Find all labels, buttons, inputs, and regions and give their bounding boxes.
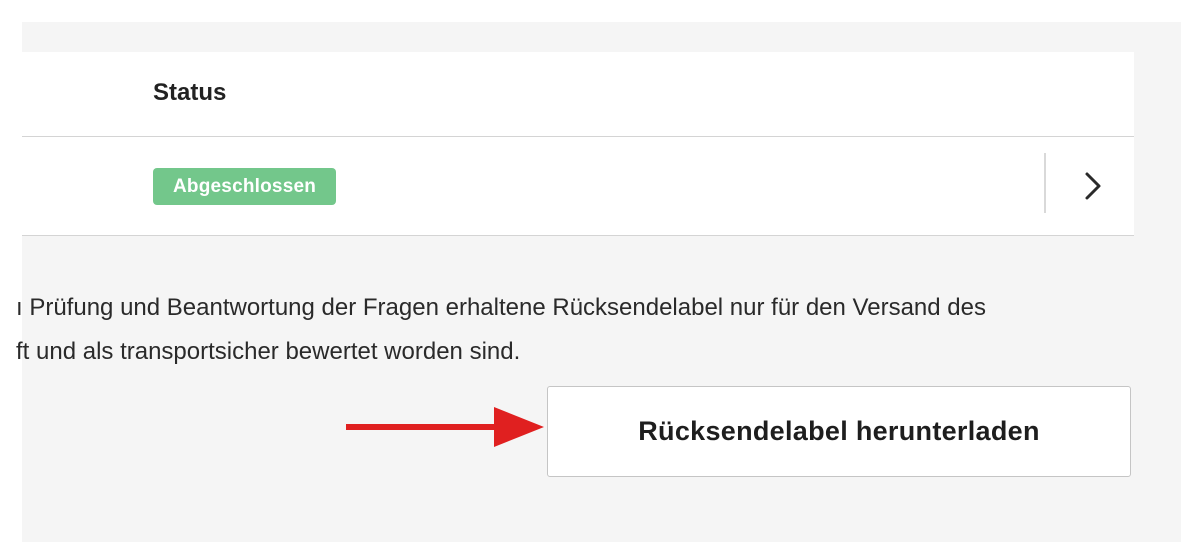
table-row[interactable]: Abgeschlossen <box>22 137 1134 236</box>
page-frame: Status Abgeschlossen ı Prüfung und Beant… <box>16 22 1181 542</box>
info-text: ı Prüfung und Beantwortung der Fragen er… <box>16 286 1175 374</box>
row-divider <box>1044 153 1046 213</box>
status-badge: Abgeschlossen <box>153 168 337 205</box>
download-return-label-button[interactable]: Rücksendelabel herunterladen <box>547 386 1131 477</box>
column-header-status: Status <box>153 79 227 106</box>
red-arrow-right-icon <box>346 407 544 447</box>
table-header: Status <box>22 52 1134 137</box>
status-table: Status Abgeschlossen <box>22 52 1134 236</box>
chevron-right-icon[interactable] <box>1078 162 1108 210</box>
info-text-line-1: ı Prüfung und Beantwortung der Fragen er… <box>16 294 986 321</box>
info-text-line-2: ft und als transportsicher bewertet word… <box>16 338 521 365</box>
